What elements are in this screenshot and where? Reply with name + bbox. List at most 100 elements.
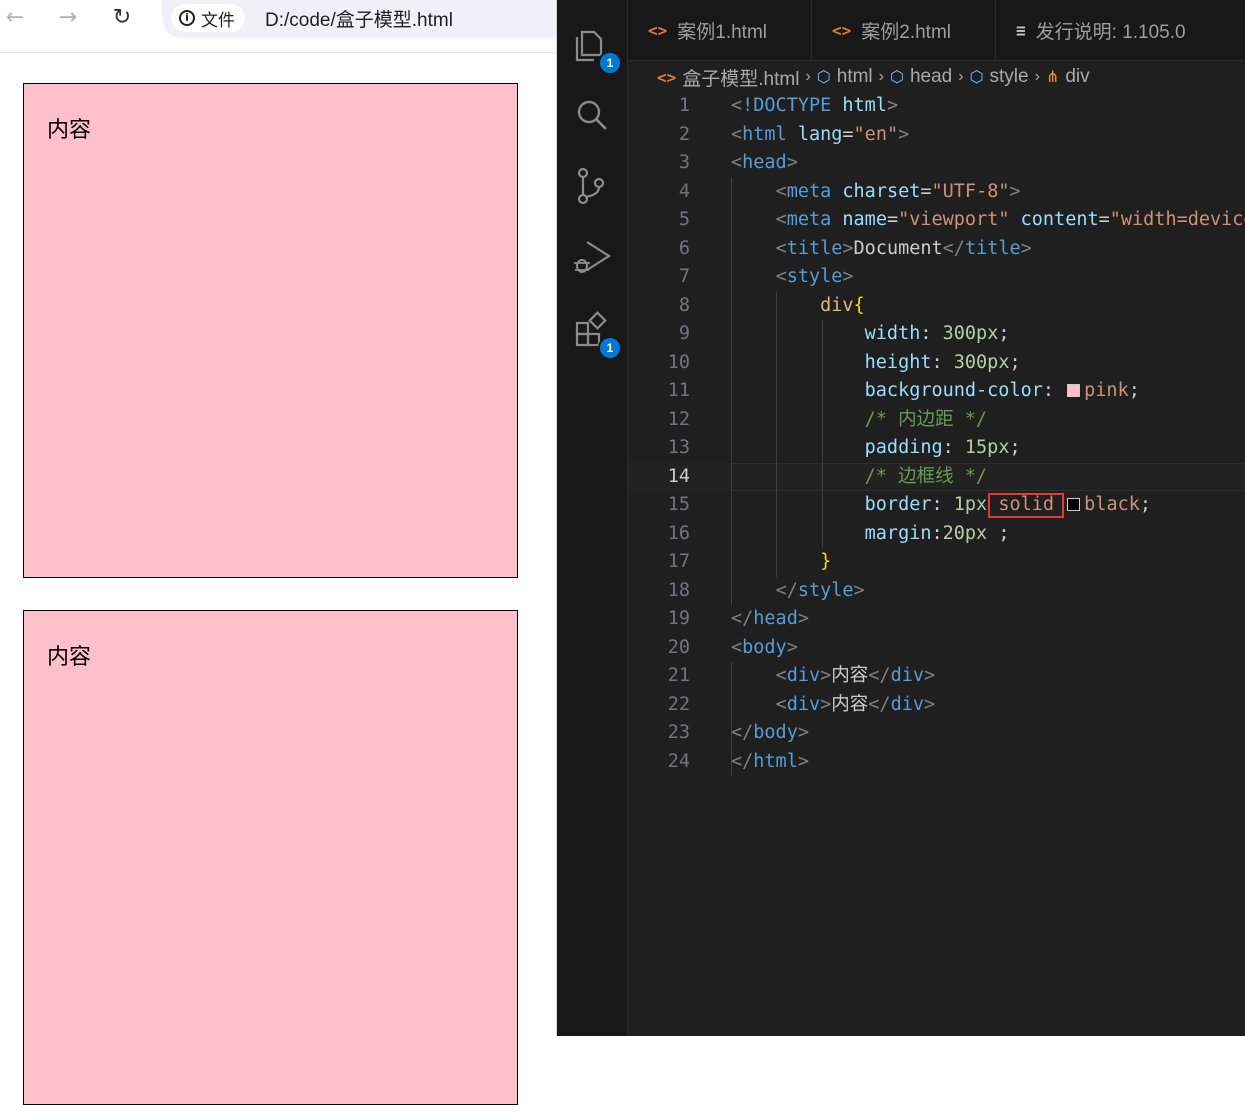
code-token: < [775, 665, 787, 686]
code-line[interactable]: 20 <body> [628, 634, 1245, 663]
line-number: 1 [678, 95, 690, 116]
line-number: 23 [667, 722, 690, 743]
color-swatch[interactable] [1067, 384, 1081, 397]
forward-button[interactable]: → [56, 6, 80, 30]
code-line[interactable]: 16 margin:20px ; [628, 520, 1245, 549]
code-token: /* 边框线 */ [864, 465, 987, 487]
url-text[interactable]: D:/code/盒子模型.html [265, 5, 453, 32]
code-token: html [742, 123, 787, 145]
extensions-button[interactable]: 1 [571, 309, 622, 360]
tab-label: 发行说明: 1.105.0 [1035, 21, 1186, 43]
color-swatch[interactable] [1067, 498, 1081, 511]
code-line[interactable]: 18 </style> [628, 577, 1245, 606]
code-line[interactable]: 6 <title>Document</title> [628, 235, 1245, 264]
source-control-button[interactable] [571, 165, 613, 207]
code-token: /* 内边距 */ [864, 408, 987, 430]
code-token: : [931, 351, 954, 373]
code-token: "UTF-8" [931, 180, 1010, 202]
tab-label: 案例2.html [861, 21, 952, 43]
code-token: : [931, 522, 943, 544]
code-line[interactable]: 10 height: 300px; [628, 349, 1245, 378]
code-line[interactable]: 7 <style> [628, 263, 1245, 292]
code-token: < [731, 636, 743, 658]
reload-button[interactable]: ↻ [110, 6, 134, 30]
tab-release-notes[interactable]: ≡ 发行说明: 1.105.0 [996, 0, 1245, 60]
content-box-text: 内容 [47, 117, 92, 142]
code-line[interactable]: 19 </head> [628, 605, 1245, 634]
chevron-right-icon: › [1034, 68, 1040, 85]
address-bar[interactable]: i 文件 D:/code/盒子模型.html [162, 0, 557, 38]
run-debug-button[interactable] [571, 236, 613, 278]
code-line[interactable]: 8 div{ [628, 292, 1245, 321]
breadcrumb-file[interactable]: 盒子模型.html [682, 64, 799, 91]
code-text: <body> [731, 634, 798, 663]
indent-guide [776, 292, 777, 577]
code-token: < [731, 152, 743, 173]
code-text: <head> [731, 149, 798, 178]
code-text: /* 内边距 */ [731, 406, 987, 435]
code-token: div [786, 665, 821, 686]
code-token: > [853, 579, 865, 601]
line-number: 4 [678, 180, 690, 202]
code-line[interactable]: 12 /* 内边距 */ [628, 406, 1245, 435]
tab-case2[interactable]: <> 案例2.html [812, 0, 996, 60]
breadcrumb-style[interactable]: style [990, 66, 1029, 88]
code-token: > [786, 152, 798, 173]
code-token: Document [853, 237, 943, 259]
indent-guide [822, 320, 823, 548]
breadcrumb-head[interactable]: head [910, 66, 952, 88]
code-token: < [775, 180, 787, 202]
code-line[interactable]: 23 </body> [628, 719, 1245, 748]
breadcrumb-div[interactable]: div [1065, 66, 1089, 88]
line-number: 14 [667, 465, 690, 487]
code-token: > [786, 636, 798, 658]
code-token: </ [731, 722, 754, 743]
code-token: < [775, 266, 787, 287]
code-line[interactable]: 14 /* 边框线 */ [628, 462, 1245, 491]
code-line[interactable]: 15 border: 1px solid black; [628, 491, 1245, 520]
tab-case1[interactable]: <> 案例1.html [628, 0, 812, 60]
code-token: < [775, 237, 787, 259]
code-line[interactable]: 9 width: 300px; [628, 320, 1245, 349]
selector-icon: ⋔ [1045, 69, 1060, 86]
code-token: = [842, 123, 854, 145]
search-button[interactable] [571, 94, 613, 136]
code-line[interactable]: 17 } [628, 548, 1245, 577]
code-token: 内容 [831, 693, 869, 715]
code-token: div [890, 665, 924, 686]
code-line[interactable]: 21 <div>内容</div> [628, 662, 1245, 691]
code-line[interactable]: 24 </html> [628, 748, 1245, 777]
code-line[interactable]: 13 padding: 15px; [628, 434, 1245, 463]
code-line[interactable]: 22 <div>内容</div> [628, 691, 1245, 720]
code-token: margin [864, 522, 932, 544]
code-token: < [775, 209, 787, 230]
site-info-button[interactable]: i 文件 [171, 4, 245, 32]
code-line[interactable]: 4 <meta charset="UTF-8"> [628, 178, 1245, 207]
code-token: title [964, 237, 1021, 259]
line-number: 17 [667, 551, 690, 572]
back-button[interactable]: ← [3, 6, 27, 30]
code-token: "width=device-width, initial-scale=1.0" [1109, 209, 1245, 230]
chevron-right-icon: › [805, 68, 811, 85]
explorer-button[interactable]: 1 [571, 24, 622, 75]
code-token: > [886, 95, 899, 116]
code-text: padding: 15px; [731, 434, 1021, 463]
code-line[interactable]: 2 <html lang="en"> [628, 121, 1245, 150]
line-number: 22 [667, 693, 690, 715]
code-token: pink [1084, 380, 1129, 401]
breadcrumb-html[interactable]: html [837, 66, 873, 88]
code-token: </ [868, 665, 891, 686]
code-line[interactable]: 3 <head> [628, 149, 1245, 178]
code-editor[interactable]: 1 <!DOCTYPE html> 2 <html lang="en"> 3 <head>… [628, 92, 1245, 1036]
code-line[interactable]: 5 <meta name="viewport" content="width=d… [628, 206, 1245, 235]
code-line[interactable]: 1 <!DOCTYPE html> [628, 92, 1245, 121]
code-token: = [920, 180, 932, 202]
code-line[interactable]: 11 background-color: pink; [628, 377, 1245, 406]
